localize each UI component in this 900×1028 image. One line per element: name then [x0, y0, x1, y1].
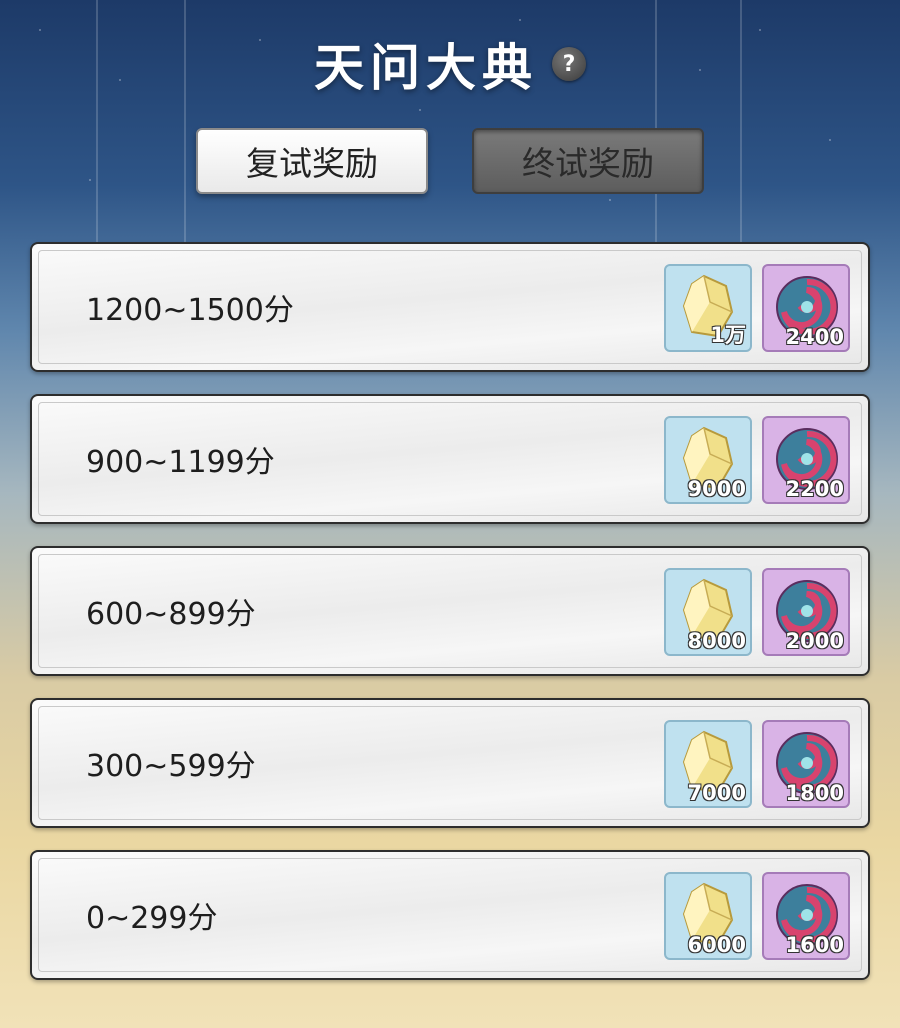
- reward-item-orb[interactable]: 1800: [762, 720, 850, 808]
- score-range: 300~599分: [86, 749, 256, 784]
- reward-quantity: 8000: [687, 629, 746, 653]
- reward-items: 9000 2200: [664, 416, 850, 504]
- reward-item-orb[interactable]: 2000: [762, 568, 850, 656]
- reward-list: 1200~1500分 1万 2400 900~1199分 9000 2200 6…: [30, 242, 870, 1002]
- reward-quantity: 1万: [710, 323, 746, 347]
- reward-items: 6000 1600: [664, 872, 850, 960]
- reward-row: 900~1199分 9000 2200: [30, 394, 870, 524]
- reward-items: 7000 1800: [664, 720, 850, 808]
- reward-quantity: 6000: [687, 933, 746, 957]
- tab-final-rewards[interactable]: 终试奖励: [472, 128, 704, 194]
- reward-row: 1200~1500分 1万 2400: [30, 242, 870, 372]
- reward-quantity: 2400: [785, 325, 844, 349]
- reward-quantity: 7000: [687, 781, 746, 805]
- reward-quantity: 2000: [785, 629, 844, 653]
- reward-items: 8000 2000: [664, 568, 850, 656]
- reward-quantity: 1600: [785, 933, 844, 957]
- reward-item-crystal[interactable]: 6000: [664, 872, 752, 960]
- page-title: 天问大典: [314, 38, 538, 97]
- reward-quantity: 1800: [785, 781, 844, 805]
- reward-item-crystal[interactable]: 8000: [664, 568, 752, 656]
- reward-row: 600~899分 8000 2000: [30, 546, 870, 676]
- reward-row: 300~599分 7000 1800: [30, 698, 870, 828]
- reward-item-crystal[interactable]: 9000: [664, 416, 752, 504]
- score-range: 600~899分: [86, 597, 256, 632]
- tab-bar: 复试奖励 终试奖励: [0, 128, 900, 194]
- reward-item-orb[interactable]: 2200: [762, 416, 850, 504]
- reward-item-orb[interactable]: 1600: [762, 872, 850, 960]
- reward-items: 1万 2400: [664, 264, 850, 352]
- help-icon[interactable]: ?: [552, 47, 586, 81]
- score-range: 1200~1500分: [86, 293, 294, 328]
- reward-item-crystal[interactable]: 7000: [664, 720, 752, 808]
- reward-item-crystal[interactable]: 1万: [664, 264, 752, 352]
- tab-retest-rewards[interactable]: 复试奖励: [196, 128, 428, 194]
- score-range: 0~299分: [86, 901, 218, 936]
- reward-quantity: 2200: [785, 477, 844, 501]
- header: 天问大典 ?: [0, 28, 900, 100]
- reward-row: 0~299分 6000 1600: [30, 850, 870, 980]
- score-range: 900~1199分: [86, 445, 275, 480]
- reward-quantity: 9000: [687, 477, 746, 501]
- reward-item-orb[interactable]: 2400: [762, 264, 850, 352]
